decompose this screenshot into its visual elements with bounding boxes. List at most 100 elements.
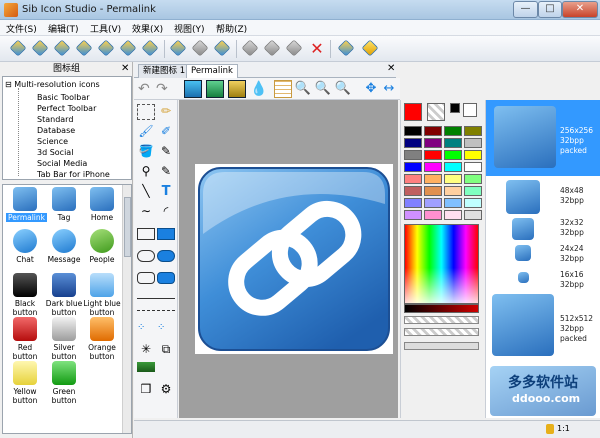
menu-view[interactable]: 视图(Y) (174, 22, 205, 35)
tab-permalink[interactable]: Permalink (186, 64, 238, 78)
picker-icon[interactable]: ⚲ (137, 164, 155, 180)
cube-icon[interactable]: ❒ (137, 382, 155, 398)
redo-icon[interactable] (213, 39, 232, 58)
icon-tile-home[interactable]: Home (83, 187, 121, 222)
swatch[interactable] (444, 198, 462, 208)
preview-256-link-icon[interactable] (494, 106, 556, 168)
primary-color[interactable] (404, 103, 422, 121)
icon-tile-black-button[interactable]: Black button (6, 273, 44, 317)
alpha-slider[interactable] (404, 316, 479, 324)
icon-tile-green-button[interactable]: Green button (45, 361, 83, 405)
swatch[interactable] (444, 186, 462, 196)
swap-black[interactable] (450, 103, 460, 113)
grid-icon[interactable] (274, 80, 292, 98)
preview-16-link-icon[interactable] (518, 272, 529, 283)
edit-canvas[interactable] (179, 100, 398, 418)
import-icon[interactable] (97, 39, 116, 58)
icon-tile-chat[interactable]: Chat (6, 229, 44, 264)
icon-grid-scrollbar[interactable] (122, 185, 131, 433)
copy-icon[interactable] (263, 39, 282, 58)
rect-select-icon[interactable] (137, 104, 155, 120)
swatch[interactable] (404, 210, 422, 220)
panel-close-icon[interactable]: ✕ (121, 63, 129, 74)
swatch[interactable] (424, 162, 442, 172)
line-icon[interactable]: ╲ (137, 184, 155, 200)
rounded-rect-icon[interactable] (137, 272, 155, 284)
library-tree[interactable]: ⊟ Multi-resolution icons Basic Toolbar P… (2, 76, 132, 180)
document-close-icon[interactable]: ✕ (387, 63, 395, 75)
icon-tile-permalink[interactable]: Permalink (6, 187, 47, 222)
swatch[interactable] (424, 126, 442, 136)
swatch[interactable] (424, 174, 442, 184)
swatch[interactable] (424, 150, 442, 160)
menu-effects[interactable]: 效果(X) (132, 22, 163, 35)
swatch[interactable] (404, 138, 422, 148)
tree-item[interactable]: Database (37, 126, 75, 135)
swatch[interactable] (464, 126, 482, 136)
swatch[interactable] (464, 186, 482, 196)
undo-icon[interactable]: ↶ (138, 80, 156, 98)
layer-icon[interactable] (184, 80, 202, 98)
swatch[interactable] (444, 150, 462, 160)
swatch[interactable] (424, 186, 442, 196)
export-icon[interactable] (119, 39, 138, 58)
text-tool-icon[interactable]: T (157, 184, 175, 200)
effects-icon[interactable]: ⚙ (157, 382, 175, 398)
fill-icon[interactable]: 🪣 (137, 144, 155, 160)
filled-rounded-rect-icon[interactable] (157, 272, 175, 284)
swatch[interactable] (444, 162, 462, 172)
dots-2-icon[interactable]: ⁘ (157, 322, 175, 338)
icon-tile-tag[interactable]: Tag (45, 187, 83, 222)
swap-white[interactable] (463, 103, 477, 117)
thin-line-width[interactable] (137, 298, 175, 300)
zoom-fit-icon[interactable]: 🔍 (334, 80, 352, 98)
properties-icon[interactable] (337, 39, 356, 58)
menu-edit[interactable]: 编辑(T) (48, 22, 79, 35)
brightness-bar[interactable] (404, 304, 479, 313)
help-icon[interactable] (361, 39, 380, 58)
menu-help[interactable]: 帮助(Z) (216, 22, 247, 35)
icon-canvas[interactable] (195, 164, 393, 354)
swatch[interactable] (424, 210, 442, 220)
alpha-slider-2[interactable] (404, 328, 479, 336)
swatch[interactable] (404, 186, 422, 196)
swatch[interactable] (444, 126, 462, 136)
icon-tile-people[interactable]: People (83, 229, 121, 264)
tree-item[interactable]: Basic Toolbar (37, 93, 90, 102)
preview-48-link-icon[interactable] (506, 180, 540, 214)
new-icon[interactable] (9, 39, 28, 58)
layer-3-icon[interactable] (228, 80, 246, 98)
rectangle-icon[interactable] (137, 228, 155, 240)
tree-item[interactable]: Tab Bar for iPhone (37, 170, 110, 179)
library-icon[interactable] (169, 39, 188, 58)
dots-icon[interactable]: ⁘ (137, 322, 155, 338)
zoom-in-icon[interactable]: 🔍 (294, 80, 312, 98)
secondary-color[interactable] (427, 103, 445, 121)
flip-horizontal-icon[interactable]: ↔ (380, 80, 398, 98)
close-button[interactable]: ✕ (562, 1, 598, 18)
menu-tools[interactable]: 工具(V) (90, 22, 121, 35)
swatch[interactable] (464, 138, 482, 148)
arc-icon[interactable]: ◜ (157, 204, 175, 220)
redo-icon[interactable]: ↷ (156, 80, 174, 98)
swatch[interactable] (444, 138, 462, 148)
tree-item[interactable]: Perfect Toolbar (37, 104, 96, 113)
icon-tile-silver-button[interactable]: Silver button (45, 317, 83, 361)
swatch[interactable] (404, 174, 422, 184)
preview-32-link-icon[interactable] (512, 218, 534, 240)
swatch[interactable] (404, 162, 422, 172)
swatch[interactable] (424, 138, 442, 148)
undo-gray-icon[interactable] (191, 39, 210, 58)
delete-icon[interactable]: ✕ (308, 40, 326, 58)
tolerance-slider[interactable] (404, 342, 479, 350)
swatch[interactable] (404, 150, 422, 160)
save-as-icon[interactable] (75, 39, 94, 58)
preview-512-link-icon[interactable] (492, 294, 554, 356)
smudge-icon[interactable]: ✎ (157, 164, 175, 180)
icon-tile-light-blue-button[interactable]: Light blue button (83, 273, 121, 317)
swatch[interactable] (464, 174, 482, 184)
swatch[interactable] (464, 150, 482, 160)
menu-file[interactable]: 文件(S) (6, 22, 37, 35)
swatch[interactable] (464, 210, 482, 220)
tree-root[interactable]: ⊟ Multi-resolution icons (5, 80, 100, 89)
